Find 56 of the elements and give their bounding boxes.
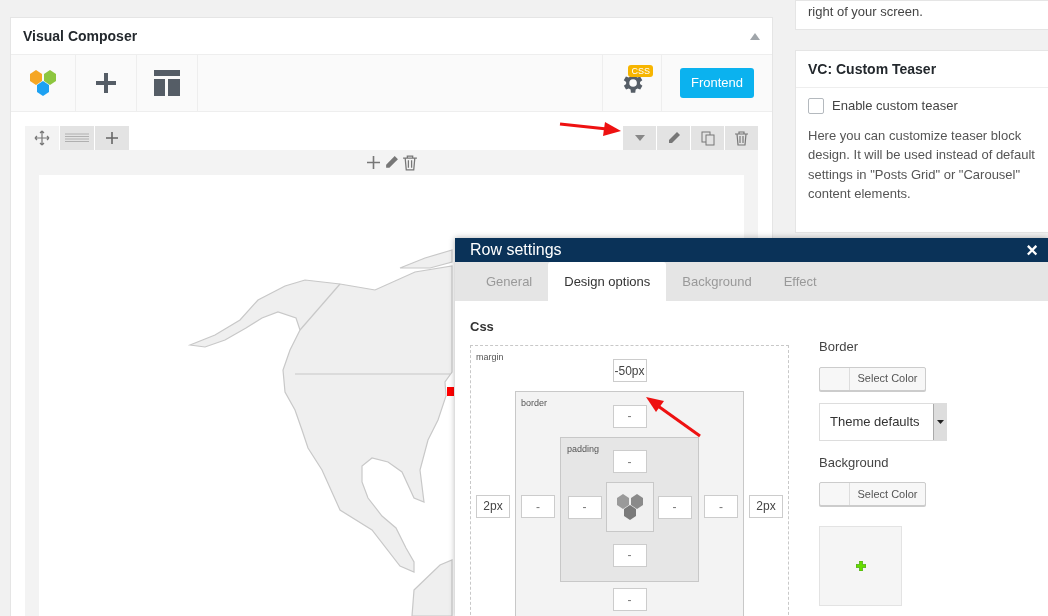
caret-icon: [634, 135, 645, 141]
pencil-icon[interactable]: [383, 155, 399, 170]
logo-icon: [615, 492, 644, 522]
copy-icon: [700, 130, 715, 146]
trash-icon[interactable]: [402, 154, 417, 171]
input-field[interactable]: -: [704, 495, 738, 518]
panel-title: Visual Composer: [23, 26, 138, 46]
annotation-arrow: [646, 397, 701, 438]
column-layout-button[interactable]: [60, 126, 94, 150]
input-field[interactable]: -50px: [612, 359, 647, 382]
teaser-description: Here you can customize teaser block design. It will be used instead of default settings in "Posts Grid" or "Carousel" content elements.: [807, 126, 1036, 203]
field-label: Border: [819, 338, 860, 356]
input-field[interactable]: -: [657, 495, 692, 519]
add-column-button[interactable]: [95, 126, 129, 150]
input-field[interactable]: -: [521, 495, 555, 518]
caret-icon: [936, 419, 944, 424]
close-button[interactable]: ×: [1026, 240, 1038, 260]
trash-icon: [735, 130, 748, 146]
tab[interactable]: Design options: [548, 262, 667, 301]
lines-icon: [65, 133, 89, 143]
plus-icon: [106, 132, 118, 144]
box-label: padding: [567, 442, 600, 456]
drag-handle[interactable]: [25, 126, 59, 150]
select-field[interactable]: Theme defaults: [819, 402, 947, 441]
css-badge: CSS: [628, 65, 653, 77]
input-field[interactable]: -: [612, 588, 647, 611]
field-label: Background: [819, 453, 890, 472]
edit-row-button[interactable]: [657, 126, 690, 150]
input-field[interactable]: -: [567, 495, 602, 519]
plus-icon[interactable]: [366, 156, 380, 169]
input-field[interactable]: -: [612, 543, 647, 567]
checkbox-label: Enable custom teaser: [832, 97, 958, 115]
clone-row-button[interactable]: [691, 126, 724, 150]
color-picker-button[interactable]: Select Color: [819, 366, 926, 391]
input-field[interactable]: -: [612, 450, 647, 473]
pencil-icon: [666, 131, 681, 145]
annotation-arrow: [559, 122, 621, 136]
input-field[interactable]: 2px: [476, 494, 510, 518]
plus-icon: [96, 73, 116, 93]
move-icon: [34, 130, 50, 146]
layout-icon: [154, 70, 180, 96]
color-picker-button[interactable]: Select Color: [819, 482, 926, 506]
row-toggle-button[interactable]: [623, 126, 656, 150]
logo-icon: [29, 68, 57, 98]
checkbox[interactable]: [808, 97, 824, 114]
section-heading: Css: [470, 318, 495, 336]
delete-row-button[interactable]: [725, 126, 758, 150]
box-label: border: [521, 397, 547, 410]
input-field[interactable]: 2px: [749, 494, 783, 518]
box-label: margin: [476, 350, 504, 364]
collapse-icon[interactable]: [750, 32, 760, 40]
input-field[interactable]: -: [612, 404, 647, 428]
box-title: VC: Custom Teaser: [808, 59, 937, 79]
modal-title: Row settings: [470, 240, 562, 260]
box-text: right of your screen.: [808, 4, 923, 20]
plus-icon: [855, 561, 866, 571]
